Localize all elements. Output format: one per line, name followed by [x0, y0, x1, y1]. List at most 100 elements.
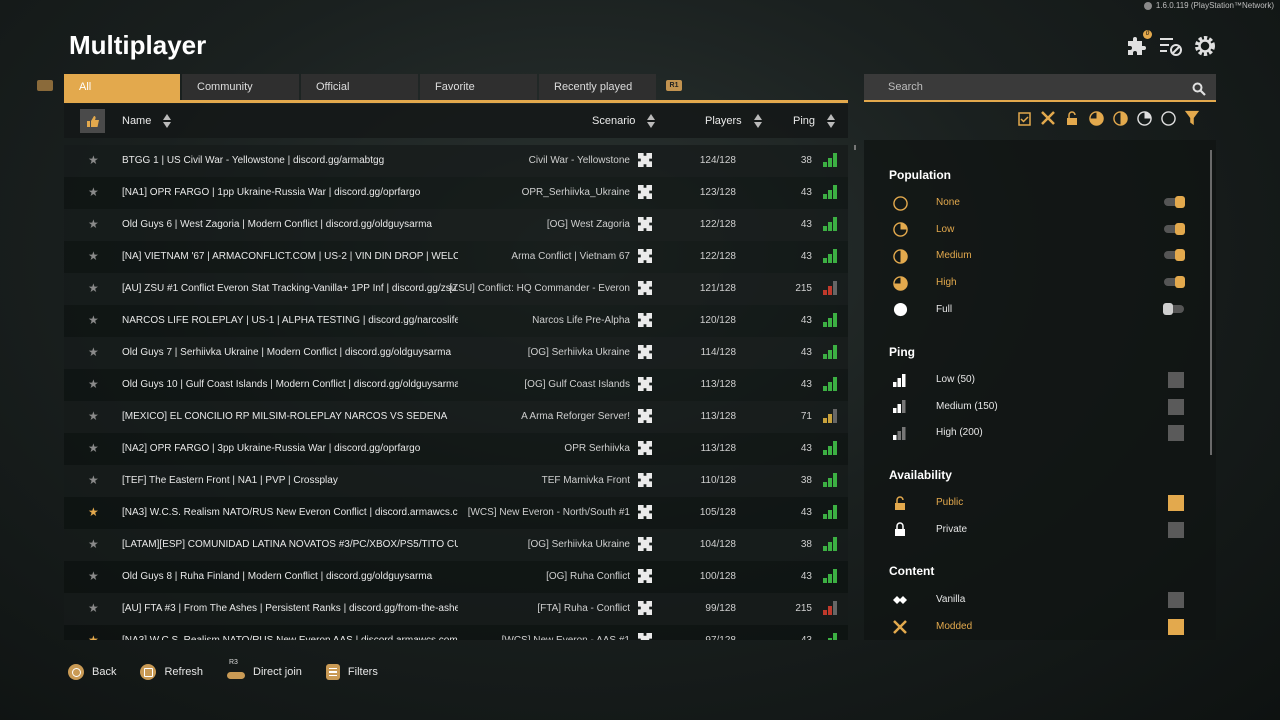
thumbs-up-icon[interactable] [80, 109, 105, 133]
availability-option[interactable]: Public [889, 493, 1189, 513]
server-row[interactable]: ★ [AU] ZSU #1 Conflict Everon Stat Tracki… [64, 273, 848, 305]
population-option[interactable]: None [889, 193, 1189, 213]
population-option[interactable]: Full [889, 300, 1189, 320]
option-label: Private [936, 523, 968, 535]
column-name[interactable]: Name [122, 114, 172, 128]
direct-join-button[interactable]: R3 Direct join [227, 659, 302, 681]
content-option[interactable]: Vanilla [889, 590, 1189, 610]
server-row[interactable]: ★ Old Guys 8 | Ruha Finland | Modern Conf… [64, 561, 848, 593]
server-ping: 38 [800, 475, 812, 486]
server-row[interactable]: ★ [NA] VIETNAM '67 | ARMACONFLICT.COM | U… [64, 241, 848, 273]
ping-option[interactable]: Medium (150) [889, 397, 1189, 417]
favorite-star-icon[interactable]: ★ [88, 442, 99, 454]
filter-scrollbar[interactable] [1210, 150, 1212, 455]
filter-list-icon[interactable] [1158, 33, 1184, 59]
favorite-star-icon[interactable]: ★ [88, 474, 99, 486]
checkbox[interactable] [1168, 425, 1184, 442]
favorite-star-icon[interactable]: ★ [88, 538, 99, 550]
server-row[interactable]: ★ Old Guys 10 | Gulf Coast Islands | Mode… [64, 369, 848, 401]
list-scrollbar[interactable] [854, 145, 856, 150]
favorite-star-icon[interactable]: ★ [88, 154, 99, 166]
half-circle-icon[interactable] [1112, 110, 1128, 126]
content-option[interactable]: Modded [889, 617, 1189, 637]
ping-option[interactable]: Low (50) [889, 370, 1189, 390]
favorite-star-icon[interactable]: ★ [88, 346, 99, 358]
favorite-star-icon[interactable]: ★ [88, 250, 99, 262]
server-row[interactable]: ★ Old Guys 7 | Serhiivka Ukraine | Modern… [64, 337, 848, 369]
checkbox[interactable] [1168, 398, 1184, 415]
server-row[interactable]: ★ [MEXICO] EL CONCILIO RP MILSIM-ROLEPLAY… [64, 401, 848, 433]
empty-circle-icon[interactable] [1160, 110, 1176, 126]
server-row[interactable]: ★ [LATAM][ESP] COMUNIDAD LATINA NOVATOS #… [64, 529, 848, 561]
tab-recently-played[interactable]: Recently played [539, 74, 656, 100]
favorite-star-icon[interactable]: ★ [88, 314, 99, 326]
column-players[interactable]: Players [705, 114, 762, 128]
quarter-circle-icon[interactable] [1136, 110, 1152, 126]
population-option[interactable]: Low [889, 220, 1189, 240]
server-list[interactable]: ★ BTGG 1 | US Civil War - Yellowstone | d… [64, 145, 848, 640]
filters-button[interactable]: Filters [325, 664, 378, 680]
favorite-star-icon[interactable]: ★ [88, 506, 99, 518]
option-label: Low [936, 223, 955, 235]
footer-actions: Back Refresh R3 Direct join Filters [68, 659, 378, 681]
favorite-star-icon[interactable]: ★ [88, 378, 99, 390]
favorite-star-icon[interactable]: ★ [88, 410, 99, 422]
search-input[interactable]: Search [864, 74, 1216, 100]
favorite-star-icon[interactable]: ★ [88, 186, 99, 198]
unlocked-icon[interactable] [1064, 110, 1080, 126]
column-ping[interactable]: Ping [793, 114, 836, 128]
page-title: Multiplayer [69, 30, 207, 60]
checkbox[interactable] [1168, 495, 1184, 511]
crossed-tools-icon[interactable] [1040, 110, 1056, 126]
checkbox[interactable] [1168, 521, 1184, 538]
population-option[interactable]: High [889, 273, 1189, 293]
tab-official[interactable]: Official [301, 74, 418, 100]
checkbox[interactable] [1168, 592, 1184, 608]
back-button[interactable]: Back [68, 664, 116, 680]
checkbox[interactable] [1168, 372, 1184, 388]
column-scenario[interactable]: Scenario [592, 114, 656, 128]
server-row[interactable]: ★ [NA3] W.C.S. Realism NATO/RUS New Evero… [64, 497, 848, 529]
checkbox[interactable] [1168, 618, 1184, 635]
toggle-switch[interactable] [1164, 249, 1185, 262]
toggle-switch[interactable] [1164, 276, 1185, 289]
vanilla-icon [892, 592, 908, 608]
refresh-button[interactable]: Refresh [140, 664, 203, 680]
server-row[interactable]: ★ [AU] FTA #3 | From The Ashes | Persiste… [64, 593, 848, 625]
toggle-switch[interactable] [1164, 222, 1185, 235]
gear-icon[interactable] [1192, 33, 1218, 59]
server-scenario: [OG] Serhiivka Ukraine [527, 347, 630, 358]
server-row[interactable]: ★ BTGG 1 | US Civil War - Yellowstone | d… [64, 145, 848, 177]
server-name: [NA2] OPR FARGO | 3pp Ukraine-Russia War… [122, 443, 421, 454]
tab-all[interactable]: All [64, 74, 180, 100]
ping-signal-icon [823, 473, 837, 487]
server-name: [MEXICO] EL CONCILIO RP MILSIM-ROLEPLAY … [122, 411, 448, 422]
tab-community[interactable]: Community [182, 74, 299, 100]
ping-option[interactable]: High (200) [889, 423, 1189, 443]
toggle-switch[interactable] [1163, 302, 1184, 315]
favorite-star-icon[interactable]: ★ [88, 602, 99, 614]
clipboard-icon[interactable] [1016, 110, 1032, 126]
refresh-label: Refresh [164, 666, 203, 678]
favorite-star-icon[interactable]: ★ [88, 634, 99, 640]
server-row[interactable]: ★ [NA1] OPR FARGO | 1pp Ukraine-Russia Wa… [64, 177, 848, 209]
server-ping: 38 [800, 539, 812, 550]
server-row[interactable]: ★ [NA2] OPR FARGO | 3pp Ukraine-Russia Wa… [64, 433, 848, 465]
availability-option[interactable]: Private [889, 520, 1189, 540]
population-option[interactable]: Medium [889, 246, 1189, 266]
filter-funnel-icon[interactable] [1184, 110, 1200, 126]
search-icon[interactable] [1192, 80, 1206, 106]
tab-favorite[interactable]: Favorite [420, 74, 537, 100]
favorite-star-icon[interactable]: ★ [88, 570, 99, 582]
favorite-star-icon[interactable]: ★ [88, 282, 99, 294]
server-row[interactable]: ★ [TEF] The Eastern Front | NA1 | PVP | C… [64, 465, 848, 497]
three-quarter-circle-icon[interactable] [1088, 110, 1104, 126]
favorite-star-icon[interactable]: ★ [88, 218, 99, 230]
server-row[interactable]: ★ [NA3] W.C.S. Realism NATO/RUS New Evero… [64, 625, 848, 640]
server-players: 122/128 [699, 219, 736, 230]
server-row[interactable]: ★ Old Guys 6 | West Zagoria | Modern Conf… [64, 209, 848, 241]
server-row[interactable]: ★ NARCOS LIFE ROLEPLAY | US-1 | ALPHA TES… [64, 305, 848, 337]
toggle-switch[interactable] [1164, 196, 1185, 208]
server-scenario: Narcos Life Pre-Alpha [532, 315, 630, 326]
puzzle-icon[interactable]: 0 [1124, 30, 1152, 59]
